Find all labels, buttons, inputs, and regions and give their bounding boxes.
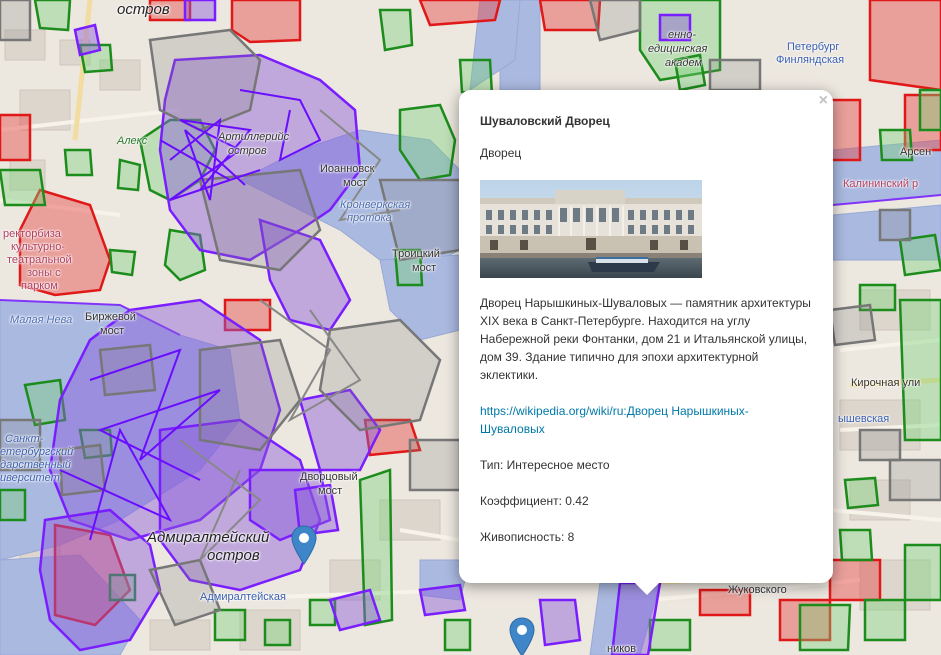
palace-photo (480, 180, 702, 278)
map-label-medical-1: енно- (668, 29, 697, 41)
map-label-spb-4: иверситет (0, 472, 60, 484)
close-icon[interactable]: × (819, 93, 828, 109)
map-label-peterburg: Петербург (787, 41, 840, 53)
map-label-artillery-2: остров (228, 145, 267, 157)
map-label-zone-2: культурно- (11, 241, 65, 253)
map-label-arsenal: Арсен (900, 146, 932, 158)
map-label-zone-3: театральной (7, 254, 72, 266)
map-label-ioannovsky-2: мост (343, 177, 368, 189)
map-label-admiralteysky-1: Адмиралтейский (147, 529, 270, 546)
map-label-medical-2: едицинская (648, 43, 708, 55)
popup-coefficient-row: Коэффициент: 0.42 (480, 494, 589, 508)
popup-picturesque-row: Живописность: 8 (480, 530, 575, 544)
map-label-kirochnaya: Кирочная ули (851, 377, 921, 389)
map-label-spb-2: етербургский (0, 446, 74, 458)
popup-category: Дворец (480, 146, 522, 160)
map-label-zhukovskogo: Жуковского (728, 584, 787, 596)
popup-description: Дворец Нарышкиных-Шуваловых — памятник а… (480, 296, 811, 382)
map-label-zhikov: ников (607, 643, 637, 655)
popup-tip (635, 583, 659, 595)
map-label-zone-1: ректорбиза (3, 228, 61, 240)
map-label-palace-bridge-1: Дворцовый (300, 471, 358, 483)
map-label-zone-5: парком (21, 280, 58, 292)
map-label-medical-3: академ (665, 57, 703, 69)
map-label-kronverk-1: Кронверкская (340, 199, 411, 211)
map-label-chernyshevskaya: ышевская (838, 413, 890, 425)
map-label-malaya-neva: Малая Нева (10, 314, 73, 326)
map-label-palace-bridge-2: мост (318, 485, 343, 497)
map-label-admiralteysky-2: остров (207, 547, 260, 564)
map-label-zone-4: зоны с (27, 267, 61, 279)
wikipedia-link[interactable]: https://wikipedia.org/wiki/ru:Дворец Нар… (480, 402, 812, 438)
map-label-birzhevoy-2: мост (100, 325, 125, 337)
map-label-alexandr: Алекс (117, 135, 148, 147)
map-label-kronverk-2: протока (347, 212, 392, 224)
poi-popup: × Шуваловский Дворец Дворец Дворец Нарыш… (459, 90, 833, 595)
map-label-birzhevoy-1: Биржевой (85, 311, 136, 323)
popup-title: Шуваловский Дворец (480, 114, 610, 128)
popup-type-row: Тип: Интересное место (480, 458, 610, 472)
map-label-admiralteyskaya: Адмиралтейская (200, 591, 286, 603)
map-label-spb-3: дарственный (0, 459, 71, 471)
map-label-kalininsky: Калининский р (843, 178, 919, 190)
map-label-finlyandskaya: Финляндская (776, 54, 845, 66)
map-marker-icon[interactable] (509, 617, 535, 655)
map-label-artillery-1: Артиллерийс (218, 131, 290, 143)
map-label-ioannovsky-1: Иоанновск (320, 163, 375, 175)
map-label-spb-1: Санкт- (5, 433, 44, 445)
map-label-ostrov: остров (117, 1, 170, 18)
map-marker-icon[interactable] (291, 525, 317, 565)
map-label-trinity-2: мост (412, 262, 437, 274)
map-label-trinity-1: Троицкий (392, 248, 440, 260)
map-canvas[interactable]: остров Алекс енно- едицинская академ Пет… (0, 0, 941, 655)
